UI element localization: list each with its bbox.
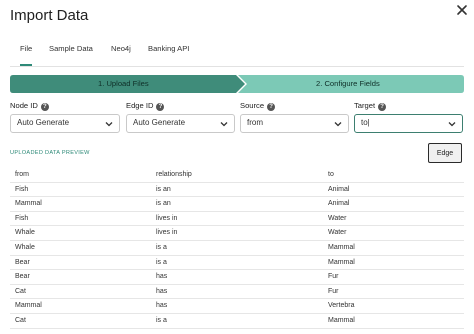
- table-cell: Mammal: [328, 316, 355, 324]
- table-cell: Whale: [15, 229, 35, 237]
- table-cell: Fish: [15, 214, 29, 222]
- chevron-down-icon: [448, 122, 456, 127]
- help-icon[interactable]: ?: [378, 103, 387, 111]
- table-row: Cat has Fur: [10, 285, 464, 300]
- table-row: Mammal is an Animal: [10, 197, 464, 212]
- column-header: from: [15, 171, 29, 178]
- table-cell: has: [156, 302, 168, 310]
- import-stepper: 1. Upload Files 2. Configure Fields: [10, 75, 464, 93]
- dialog-title: Import Data: [10, 7, 89, 24]
- source-select[interactable]: from: [240, 114, 349, 133]
- table-cell: Bear: [15, 273, 30, 281]
- table-cell: Fish: [15, 185, 29, 193]
- table-row: Fish is an Animal: [10, 183, 464, 198]
- table-cell: Cat: [15, 316, 26, 324]
- table-cell: is a: [156, 258, 167, 266]
- column-header: relationship: [156, 171, 192, 178]
- help-icon[interactable]: ?: [40, 103, 49, 111]
- target-label: Target?: [354, 101, 387, 111]
- table-cell: is an: [156, 185, 171, 193]
- table-cell: Vertebra: [328, 302, 355, 310]
- help-icon[interactable]: ?: [267, 103, 276, 111]
- edge-button[interactable]: Edge: [428, 143, 462, 163]
- stepper-graphic: [10, 75, 464, 93]
- table-row: Bear is a Mammal: [10, 256, 464, 271]
- data-preview-table: from relationship to Fish is an Animal M…: [10, 168, 464, 329]
- tab-neo4j[interactable]: Neo4j: [111, 42, 131, 66]
- target-value: to|: [361, 118, 370, 127]
- node-id-value: Auto Generate: [17, 118, 70, 127]
- table-cell: Animal: [328, 185, 350, 193]
- node-id-label-text: Node ID: [10, 101, 38, 110]
- edge-id-value: Auto Generate: [133, 118, 186, 127]
- table-cell: is a: [156, 316, 167, 324]
- table-cell: Fur: [328, 273, 339, 281]
- help-icon[interactable]: ?: [156, 103, 165, 111]
- target-label-text: Target: [354, 101, 376, 110]
- table-row: Whale is a Mammal: [10, 241, 464, 256]
- table-cell: Mammal: [328, 258, 355, 266]
- table-cell: Fur: [328, 287, 339, 295]
- source-label-text: Source: [240, 101, 265, 110]
- table-row: Mammal has Vertebra: [10, 299, 464, 314]
- source-value: from: [247, 118, 263, 127]
- tab-banking-api[interactable]: Banking API: [148, 42, 189, 66]
- table-cell: lives in: [156, 214, 178, 222]
- table-cell: lives in: [156, 229, 178, 237]
- table-cell: Cat: [15, 287, 26, 295]
- node-id-select[interactable]: Auto Generate: [10, 114, 120, 133]
- table-cell: Bear: [15, 258, 30, 266]
- chevron-down-icon: [105, 122, 113, 127]
- tabs-divider: [10, 66, 464, 67]
- edge-id-select[interactable]: Auto Generate: [126, 114, 235, 133]
- table-cell: is an: [156, 200, 171, 208]
- table-cell: Whale: [15, 243, 35, 251]
- table-cell: has: [156, 273, 168, 281]
- table-row: Cat is a Mammal: [10, 314, 464, 329]
- table-cell: Mammal: [15, 200, 42, 208]
- table-cell: has: [156, 287, 168, 295]
- table-row: Bear has Fur: [10, 270, 464, 285]
- close-icon[interactable]: [455, 3, 469, 17]
- chevron-down-icon: [334, 122, 342, 127]
- chevron-down-icon: [220, 122, 228, 127]
- edge-id-label: Edge ID?: [126, 101, 165, 111]
- import-source-tabs: File Sample Data Neo4j Banking API: [10, 42, 464, 68]
- node-id-label: Node ID?: [10, 101, 49, 111]
- edge-id-label-text: Edge ID: [126, 101, 154, 110]
- table-cell: is a: [156, 243, 167, 251]
- table-row: Whale lives in Water: [10, 226, 464, 241]
- table-cell: Mammal: [328, 243, 355, 251]
- source-label: Source?: [240, 101, 276, 111]
- preview-heading: UPLOADED DATA PREVIEW: [10, 150, 90, 156]
- table-cell: Water: [328, 229, 347, 237]
- table-header-row: from relationship to: [10, 168, 464, 183]
- table-cell: Animal: [328, 200, 350, 208]
- target-select[interactable]: to|: [354, 114, 463, 133]
- table-row: Fish lives in Water: [10, 212, 464, 227]
- table-cell: Mammal: [15, 302, 42, 310]
- tab-file[interactable]: File: [20, 42, 33, 66]
- column-header: to: [328, 171, 334, 178]
- table-cell: Water: [328, 214, 347, 222]
- tab-sample-data[interactable]: Sample Data: [49, 42, 93, 66]
- step-configure-fields: 2. Configure Fields: [316, 79, 380, 88]
- step-upload-files: 1. Upload Files: [98, 79, 149, 88]
